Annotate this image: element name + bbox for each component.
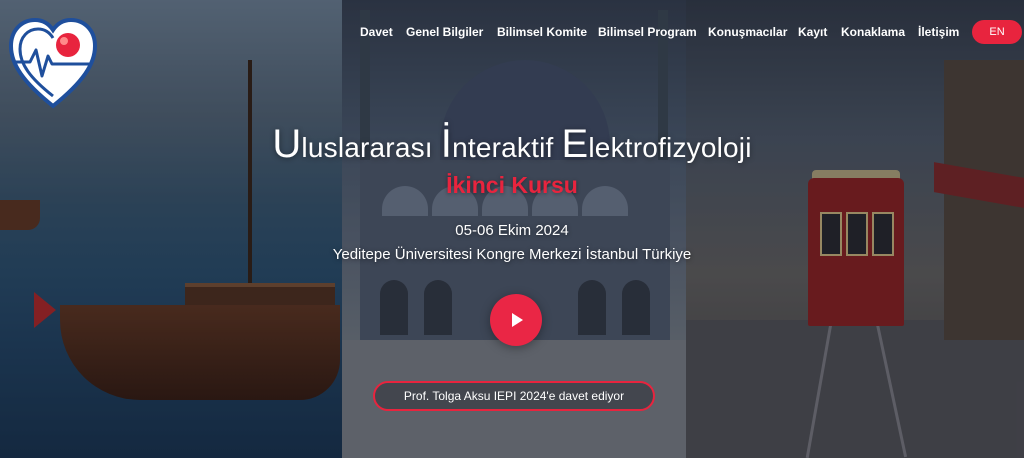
- nav-konusmacilar[interactable]: Konuşmacılar: [708, 25, 787, 39]
- nav-bilimsel-program[interactable]: Bilimsel Program: [598, 25, 697, 39]
- title-initial: E: [561, 122, 589, 166]
- nav-kayit[interactable]: Kayıt: [798, 25, 827, 39]
- nav-genel-bilgiler[interactable]: Genel Bilgiler: [406, 25, 483, 39]
- main-nav: Davet Genel Bilgiler Bilimsel Komite Bil…: [360, 25, 1024, 41]
- title-word: lektrofizyoloji: [588, 132, 752, 163]
- title-initial: U: [272, 122, 302, 166]
- page-subtitle: İkinci Kursu: [446, 172, 578, 198]
- event-dates: 05-06 Ekim 2024: [455, 222, 569, 239]
- nav-iletisim[interactable]: İletişim: [918, 25, 959, 39]
- event-venue: Yeditepe Üniversitesi Kongre Merkezi İst…: [332, 246, 692, 263]
- title-word: luslararası: [301, 132, 441, 163]
- title-initial: İ: [440, 122, 453, 166]
- nav-davet[interactable]: Davet: [360, 25, 393, 39]
- title-word: nteraktif: [452, 132, 562, 163]
- nav-konaklama[interactable]: Konaklama: [841, 25, 905, 39]
- heart-ecg-logo-icon[interactable]: [8, 17, 98, 110]
- play-icon: [512, 313, 523, 327]
- play-video-button[interactable]: [490, 294, 542, 346]
- language-button[interactable]: EN: [972, 20, 1022, 44]
- invitation-video-button[interactable]: Prof. Tolga Aksu IEPI 2024'e davet ediyo…: [373, 381, 655, 411]
- nav-bilimsel-komite[interactable]: Bilimsel Komite: [497, 25, 587, 39]
- page-title: Uluslararası İnteraktif Elektrofizyoloji: [0, 122, 1024, 167]
